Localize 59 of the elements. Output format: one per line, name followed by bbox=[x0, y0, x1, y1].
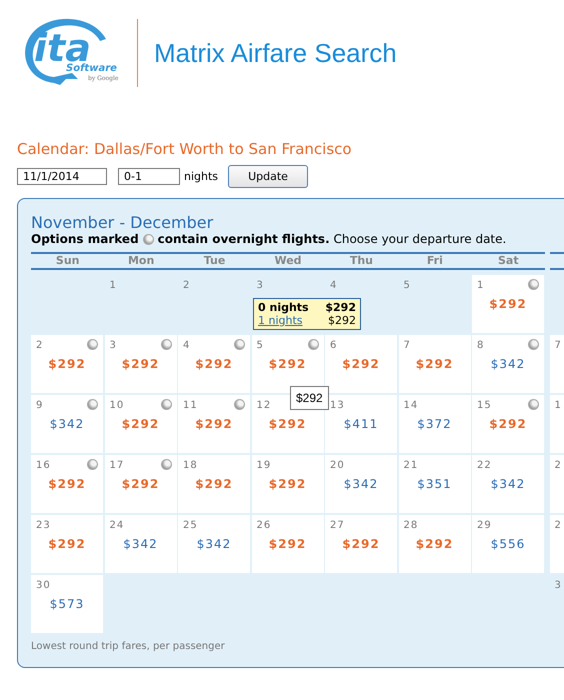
weekday-header: Tue bbox=[202, 254, 226, 268]
popup-price: $292 bbox=[325, 301, 356, 314]
day-number: 3 bbox=[256, 280, 264, 291]
day-number: 3 bbox=[110, 340, 117, 351]
day-number: 12 bbox=[256, 400, 272, 411]
day-number: 22 bbox=[477, 460, 492, 471]
day-number: 17 bbox=[110, 460, 124, 471]
weekday-header: Sun bbox=[54, 254, 80, 268]
day-number: 20 bbox=[330, 460, 345, 471]
day-number: 29 bbox=[477, 520, 492, 531]
day-number: 2 bbox=[554, 520, 562, 531]
day-number: 18 bbox=[183, 460, 198, 471]
day-number: 1 bbox=[554, 400, 562, 411]
app-title: Matrix Airfare Search bbox=[154, 38, 397, 68]
day-number: 11 bbox=[183, 400, 198, 411]
nights-option: 0 nights bbox=[258, 301, 309, 314]
day-number: 4 bbox=[183, 340, 190, 351]
day-number: 8 bbox=[477, 340, 484, 351]
day-number: 9 bbox=[36, 400, 44, 411]
day-number: 1 bbox=[110, 280, 117, 291]
day-number: 2 bbox=[183, 280, 190, 291]
day-number: 5 bbox=[404, 280, 411, 291]
day-number: 13 bbox=[330, 400, 345, 411]
day-number: 23 bbox=[36, 520, 51, 531]
day-number: 16 bbox=[36, 460, 51, 471]
weekday-header: Thu bbox=[348, 254, 374, 268]
month-range-title: November - December bbox=[31, 213, 214, 232]
day-number: 19 bbox=[256, 460, 272, 471]
day-number: 2 bbox=[36, 340, 44, 351]
day-number: 7 bbox=[404, 340, 411, 351]
day-number: 3 bbox=[554, 580, 562, 591]
day-number: 30 bbox=[36, 580, 51, 591]
day-number: 15 bbox=[477, 400, 492, 411]
popup-price: $292 bbox=[328, 314, 356, 327]
day-number: 21 bbox=[404, 460, 418, 471]
day-number: 1 bbox=[477, 280, 484, 291]
day-number: 10 bbox=[110, 400, 124, 411]
day-number: 5 bbox=[256, 340, 264, 351]
day-number: 4 bbox=[330, 280, 338, 291]
legend-text: contain overnight flights. Choose your departure date. bbox=[158, 232, 506, 246]
day-number: 6 bbox=[330, 340, 338, 351]
day-number: 27 bbox=[330, 520, 345, 531]
nights-label: nights bbox=[184, 170, 218, 182]
weekday-header: Wed bbox=[273, 254, 303, 268]
weekday-header: Fri bbox=[426, 254, 444, 268]
fare-footnote: Lowest round trip fares, per passenger bbox=[31, 641, 226, 652]
day-number: 14 bbox=[404, 400, 418, 411]
price-tooltip: $292 bbox=[290, 386, 329, 410]
legend-text: Options marked bbox=[31, 232, 139, 246]
logo-subtitle: Software bbox=[66, 63, 117, 74]
day-number: 25 bbox=[183, 520, 198, 531]
weekday-header: Mon bbox=[126, 254, 156, 268]
day-number: 2 bbox=[554, 460, 562, 471]
day-number: 7 bbox=[554, 340, 562, 351]
day-number: 28 bbox=[404, 520, 418, 531]
day-number: 24 bbox=[110, 520, 124, 531]
day-number: 26 bbox=[256, 520, 272, 531]
calendar-heading: Calendar: Dallas/Fort Worth to San Francisco bbox=[17, 140, 353, 158]
weekday-header: Sat bbox=[496, 254, 520, 268]
